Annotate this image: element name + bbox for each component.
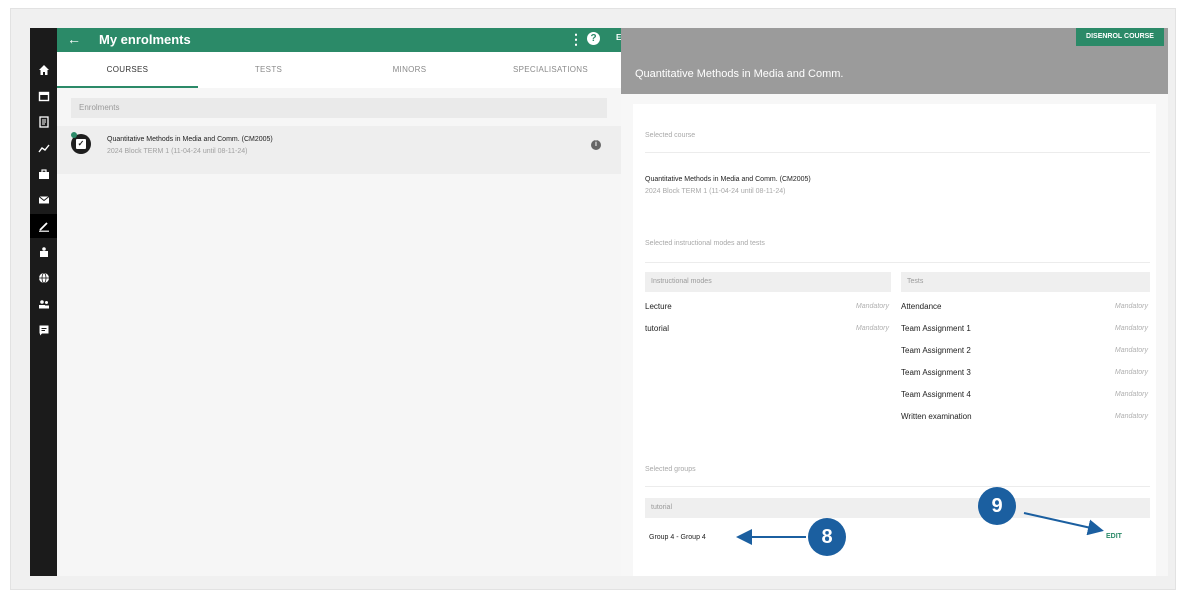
- instructional-modes-header: Instructional modes: [645, 272, 891, 292]
- top-app-bar: ← My enrolments ⋮ ? E: [57, 28, 621, 52]
- test-requirement: Mandatory: [1114, 413, 1148, 420]
- course-list-item[interactable]: ✓ Quantitative Methods in Media and Comm…: [57, 126, 621, 174]
- mode-requirement: Mandatory: [855, 303, 889, 310]
- checkbox-icon: ✓: [76, 139, 86, 149]
- briefcase-icon[interactable]: [30, 162, 57, 186]
- feedback-icon[interactable]: [30, 318, 57, 342]
- globe-icon[interactable]: [30, 266, 57, 290]
- test-requirement: Mandatory: [1114, 347, 1148, 354]
- disenrol-course-button[interactable]: DISENROL COURSE: [1076, 28, 1164, 46]
- mode-requirement: Mandatory: [855, 325, 889, 332]
- test-requirement: Mandatory: [1114, 369, 1148, 376]
- test-requirement: Mandatory: [1114, 303, 1148, 310]
- detail-title: Quantitative Methods in Media and Comm.: [635, 68, 844, 80]
- callout-9: 9: [978, 487, 1016, 525]
- tab-courses[interactable]: COURSES: [57, 52, 198, 88]
- active-tab-indicator: [57, 86, 198, 88]
- course-detail-panel: DISENROL COURSE Quantitative Methods in …: [621, 28, 1168, 576]
- selected-groups-label: Selected groups: [645, 466, 696, 473]
- people-icon[interactable]: [30, 292, 57, 316]
- tab-bar: COURSES TESTS MINORS SPECIALISATIONS: [57, 52, 621, 88]
- edit-groups-button[interactable]: EDIT: [1106, 533, 1122, 540]
- tab-specialisations[interactable]: SPECIALISATIONS: [480, 52, 621, 88]
- test-name: Team Assignment 2: [901, 346, 971, 355]
- divider: [645, 486, 1150, 487]
- home-icon[interactable]: [30, 58, 57, 82]
- icon-rail: [30, 28, 57, 576]
- tab-label: SPECIALISATIONS: [512, 65, 589, 74]
- chart-icon[interactable]: [30, 136, 57, 160]
- back-arrow-icon[interactable]: ←: [67, 31, 83, 47]
- tests-header: Tests: [901, 272, 1150, 292]
- selected-course-period: 2024 Block TERM 1 (11-04-24 until 08-11-…: [645, 188, 786, 195]
- enrolments-panel: ← My enrolments ⋮ ? E COURSES TESTS MINO…: [57, 28, 621, 576]
- course-title: Quantitative Methods in Media and Comm. …: [107, 136, 273, 143]
- more-vert-icon[interactable]: ⋮: [569, 31, 583, 47]
- calendar-icon[interactable]: [30, 84, 57, 108]
- document-icon[interactable]: [30, 110, 57, 134]
- tab-tests[interactable]: TESTS: [198, 52, 339, 88]
- page-title: My enrolments: [99, 32, 191, 47]
- test-name: Attendance: [901, 302, 942, 311]
- modes-tests-label: Selected instructional modes and tests: [645, 240, 765, 247]
- school-icon[interactable]: [30, 240, 57, 264]
- tab-label: TESTS: [254, 65, 283, 74]
- enrolments-section-header: Enrolments: [71, 98, 607, 118]
- test-name: Team Assignment 3: [901, 368, 971, 377]
- detail-card: Selected course Quantitative Methods in …: [633, 104, 1156, 576]
- group-value: Group 4 - Group 4: [649, 534, 706, 541]
- test-name: Written examination: [901, 412, 972, 421]
- test-name: Team Assignment 1: [901, 324, 971, 333]
- divider: [645, 262, 1150, 263]
- detail-header: DISENROL COURSE Quantitative Methods in …: [621, 28, 1168, 94]
- test-requirement: Mandatory: [1114, 391, 1148, 398]
- test-requirement: Mandatory: [1114, 325, 1148, 332]
- detail-body: Selected course Quantitative Methods in …: [621, 94, 1168, 576]
- mode-name: tutorial: [645, 324, 670, 333]
- status-dot: [71, 132, 77, 138]
- mode-name: Lecture: [645, 302, 672, 311]
- callout-8: 8: [808, 518, 846, 556]
- groups-header: tutorial: [645, 498, 1150, 518]
- edit-icon[interactable]: [30, 214, 57, 238]
- selected-course-title: Quantitative Methods in Media and Comm. …: [645, 176, 811, 183]
- info-icon[interactable]: i: [591, 140, 601, 150]
- selected-course-label: Selected course: [645, 132, 696, 139]
- tab-label: MINORS: [392, 65, 427, 74]
- mail-icon[interactable]: [30, 188, 57, 212]
- help-icon[interactable]: ?: [587, 32, 600, 45]
- tab-minors[interactable]: MINORS: [339, 52, 480, 88]
- divider: [645, 152, 1150, 153]
- tab-label: COURSES: [106, 65, 149, 74]
- test-name: Team Assignment 4: [901, 390, 971, 399]
- course-period: 2024 Block TERM 1 (11-04-24 until 08-11-…: [107, 148, 248, 155]
